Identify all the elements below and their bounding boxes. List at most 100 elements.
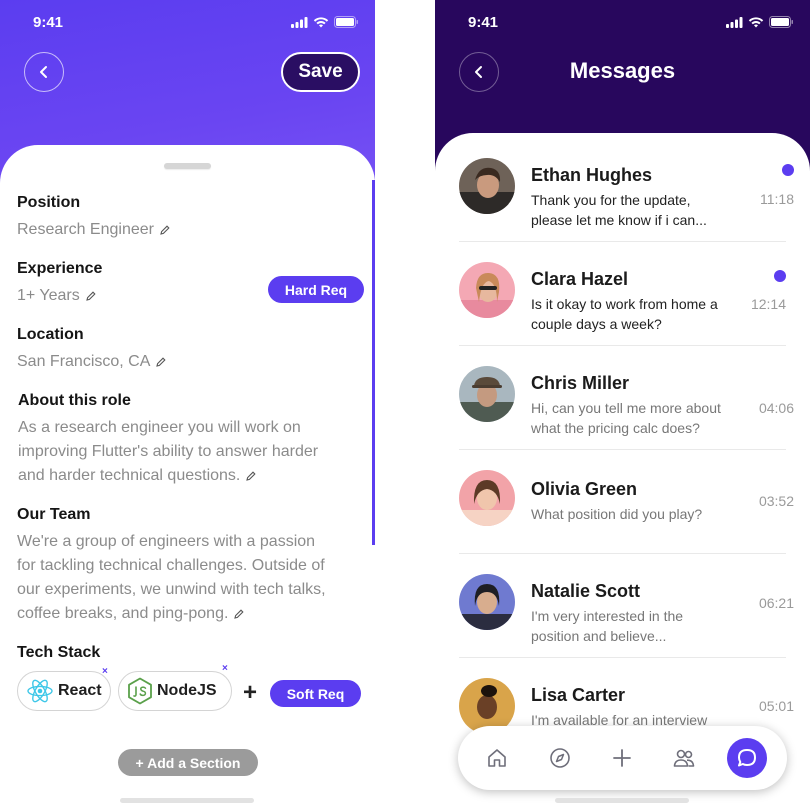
message-preview: I'm very interested in the position and …	[531, 606, 741, 646]
react-chip-label: React	[58, 682, 102, 699]
location-value: San Francisco, CA	[17, 353, 151, 370]
conversation-row[interactable]: Chris Miller Hi, can you tell me more ab…	[435, 362, 810, 466]
message-time: 06:21	[758, 595, 794, 611]
team-line: for tackling technical challenges. Outsi…	[17, 557, 325, 574]
back-button[interactable]	[24, 52, 64, 92]
battery-icon	[334, 16, 358, 28]
tab-explore[interactable]	[540, 738, 580, 778]
conversation-row[interactable]: Clara Hazel Is it okay to work from home…	[435, 258, 810, 362]
message-time: 05:01	[758, 698, 794, 714]
pencil-icon[interactable]	[156, 351, 166, 375]
experience-value: 1+ Years	[17, 287, 80, 304]
position-label: Position	[17, 194, 81, 211]
experience-label: Experience	[17, 260, 103, 277]
divider	[459, 241, 786, 242]
team-text[interactable]: We're a group of engineers with a passio…	[17, 530, 362, 627]
preview-line: what the pricing calc does?	[531, 420, 700, 436]
conversation-row[interactable]: Ethan Hughes Thank you for the update, p…	[435, 154, 810, 258]
wifi-icon	[748, 16, 764, 27]
divider	[459, 657, 786, 658]
chevron-left-icon	[40, 66, 47, 78]
about-label: About this role	[18, 392, 131, 409]
about-text[interactable]: As a research engineer you will work on …	[18, 416, 363, 489]
divider	[459, 345, 786, 346]
tab-messages[interactable]	[727, 738, 767, 778]
page-title: Messages	[569, 58, 676, 83]
plus-icon	[613, 749, 631, 767]
app-showcase: 9:41 Save Position Research Engineer Exp…	[0, 0, 810, 812]
team-label: Our Team	[17, 506, 91, 523]
signal-icon	[726, 16, 743, 28]
tab-home[interactable]	[477, 738, 517, 778]
avatar	[459, 366, 515, 422]
unread-dot	[774, 270, 786, 282]
preview-line: couple days a week?	[531, 316, 662, 332]
avatar	[459, 262, 515, 318]
preview-line: I'm very interested in the	[531, 608, 684, 624]
preview-line: Thank you for the update,	[531, 192, 691, 208]
soft-req-badge[interactable]: Soft Req	[270, 680, 361, 707]
bottom-tab-bar	[458, 726, 787, 790]
position-value-row[interactable]: Research Engineer	[17, 218, 170, 243]
team-line: We're a group of engineers with a passio…	[17, 533, 316, 550]
message-preview: What position did you play?	[531, 504, 741, 524]
status-bar: 9:41	[0, 14, 375, 34]
contact-name: Natalie Scott	[531, 581, 641, 601]
avatar	[459, 158, 515, 214]
remove-react-icon[interactable]: ×	[102, 666, 108, 677]
people-icon	[673, 749, 695, 767]
experience-value-row[interactable]: 1+ Years	[17, 284, 96, 309]
status-time: 9:41	[468, 14, 499, 31]
conversation-row[interactable]: Natalie Scott I'm very interested in the…	[435, 570, 810, 674]
tab-people[interactable]	[664, 738, 704, 778]
location-value-row[interactable]: San Francisco, CA	[17, 350, 166, 375]
status-icons	[291, 16, 359, 28]
contact-name: Olivia Green	[531, 479, 638, 499]
divider	[459, 553, 786, 554]
contact-name: Chris Miller	[531, 373, 630, 393]
preview-line: please let me know if i can...	[531, 212, 707, 228]
status-time: 9:41	[33, 14, 64, 31]
hard-req-badge[interactable]: Hard Req	[268, 276, 364, 303]
unread-dot	[782, 164, 794, 176]
pencil-icon[interactable]	[85, 285, 96, 309]
job-edit-screen: 9:41 Save Position Research Engineer Exp…	[0, 0, 375, 812]
status-icons	[726, 16, 794, 28]
messages-screen: 9:41 Messages Ethan Hughes Thank you for…	[435, 0, 810, 812]
message-time: 04:06	[758, 400, 794, 416]
pencil-icon[interactable]	[234, 603, 244, 627]
tech-stack-label: Tech Stack	[17, 644, 101, 661]
nodejs-chip[interactable]: NodeJS	[118, 671, 232, 711]
about-line: As a research engineer you will work on	[18, 419, 301, 436]
scroll-indicator[interactable]	[372, 180, 375, 545]
tab-create[interactable]	[602, 738, 642, 778]
nodejs-chip-label: NodeJS	[157, 682, 217, 699]
message-preview: Is it okay to work from home a couple da…	[531, 294, 741, 334]
add-section-button[interactable]: + Add a Section	[118, 749, 258, 776]
compass-icon	[550, 748, 570, 768]
home-indicator	[555, 798, 689, 803]
message-preview: Hi, can you tell me more about what the …	[531, 398, 741, 438]
pencil-icon[interactable]	[246, 465, 256, 489]
team-line: our experiments, we unwind with tech tal…	[17, 581, 326, 598]
location-label: Location	[17, 326, 84, 343]
pencil-icon[interactable]	[160, 219, 170, 243]
about-line: improving Flutter's ability to answer ha…	[18, 443, 319, 460]
remove-nodejs-icon[interactable]: ×	[222, 663, 228, 674]
react-chip[interactable]: React	[17, 671, 111, 711]
contact-name: Lisa Carter	[531, 685, 626, 705]
team-line: coffee breaks, and ping-pong.	[17, 605, 229, 622]
preview-line: What position did you play?	[531, 506, 703, 522]
contact-name: Ethan Hughes	[531, 165, 653, 185]
battery-icon	[769, 16, 793, 28]
avatar	[459, 470, 515, 526]
save-button[interactable]: Save	[281, 52, 360, 92]
sheet-grabber[interactable]	[164, 163, 211, 169]
status-bar: 9:41	[435, 14, 810, 34]
react-logo-icon	[27, 679, 53, 703]
add-tech-button[interactable]: +	[243, 679, 257, 707]
home-icon	[488, 749, 506, 767]
nodejs-logo-icon	[128, 677, 152, 705]
preview-line: Hi, can you tell me more about	[531, 400, 721, 416]
conversation-row[interactable]: Olivia Green What position did you play?…	[435, 466, 810, 570]
